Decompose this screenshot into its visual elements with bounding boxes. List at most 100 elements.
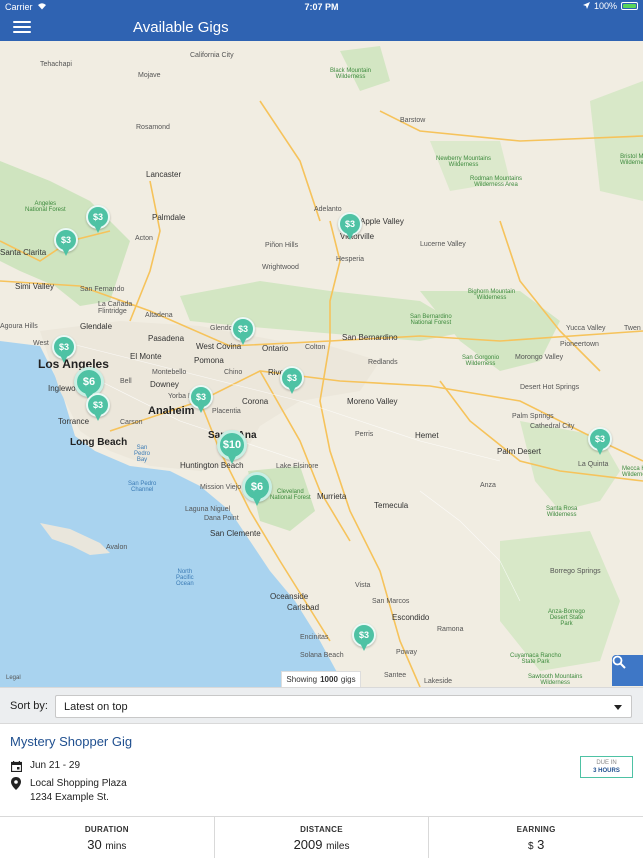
gig-card[interactable]: Mystery Shopper Gig Jun 21 - 29 Local Sh… [0,724,643,816]
gig-pin[interactable]: $3 [338,212,362,242]
map-label-anaheim: Anaheim [148,405,195,417]
map-search-button[interactable] [612,655,643,686]
map-label-palm-springs: Palm Springs [512,413,554,420]
gig-pin[interactable]: $3 [189,385,213,415]
status-bar: Carrier 7:07 PM 100% [0,0,643,13]
showing-count-badge: Showing 1000 gigs [281,671,361,687]
map-label-borrego-springs: Borrego Springs [550,568,601,575]
map-label-cathedral-city: Cathedral City [530,423,575,430]
location-pin-icon [10,776,22,790]
map-label-pioneertown: Pioneertown [560,341,599,348]
gig-pin[interactable]: $3 [352,623,376,653]
map-label-tehachapi: Tehachapi [40,61,72,68]
map-label-glendale: Glendale [80,322,113,331]
map-label-santee: Santee [384,672,407,679]
map-label-california-city: California City [190,52,234,59]
gig-pin[interactable]: $6 [242,472,272,508]
due-value: 3 [593,768,597,774]
map-label-ontario: Ontario [262,344,289,353]
map-label-santa-rosa: Santa Rosa Wilderness [546,506,578,518]
map-label-twen: Twen [624,325,641,332]
due-badge: DUE IN 3 HOURS [580,756,633,778]
map-label-sawtooth: Sawtooth Mountains Wilderness [528,674,583,686]
location-arrow-icon [582,1,590,11]
map-label-chino: Chino [224,369,243,376]
gig-pin[interactable]: $3 [86,205,110,235]
map-label-lancaster: Lancaster [146,170,182,179]
battery-percent: 100% [593,1,617,11]
map-label-san-fernando: San Fernando [80,286,125,293]
sort-label: Sort by: [10,700,48,712]
map-label-san-bernardino: San Bernardino [342,333,398,342]
gig-pin[interactable]: $3 [231,317,255,347]
sort-select[interactable]: Latest on top [55,695,632,718]
map-label-santa-clarita: Santa Clarita [0,248,47,257]
gig-pin[interactable]: $3 [280,366,304,396]
map-label-poway: Poway [396,649,418,656]
clock: 7:07 PM [304,2,339,12]
map-label-newberry: Newberry Mountains Wilderness [436,156,492,168]
map-label-desert-hot-springs: Desert Hot Springs [520,384,580,391]
stat-earning: EARNING $ 3 [428,817,643,858]
map-label-mecca: Mecca H Wilderne [622,466,643,478]
earning-value: 3 [537,837,545,852]
map-label-san-marcos: San Marcos [372,598,410,605]
map-label-torrance: Torrance [58,417,90,426]
map-label-laguna-niguel: Laguna Niguel [185,506,231,513]
map-label-anza: Anza [480,482,496,489]
map-label-cleveland-nf: Cleveland National Forest [270,489,311,501]
gig-pin[interactable]: $3 [588,427,612,457]
map-label-agoura-hills: Agoura Hills [0,323,38,330]
chevron-down-icon [614,705,622,710]
map-label-redlands: Redlands [368,359,398,366]
map-label-rodman: Rodman Mountains Wilderness Area [470,176,523,188]
map-label-moreno-valley: Moreno Valley [347,397,398,406]
map-label-colton: Colton [305,344,326,351]
calendar-icon [10,760,22,772]
map-label-carson: Carson [120,419,143,426]
map-label-palmdale: Palmdale [152,213,186,222]
map-label-long-beach: Long Beach [70,437,128,448]
map-label-avalon: Avalon [106,544,128,551]
map-label-carlsbad: Carlsbad [287,603,320,612]
app-screen: Carrier 7:07 PM 100% Available Gigs Teha… [0,0,643,858]
duration-value: 30 [87,837,102,852]
map-label-la-quinta: La Quinta [578,461,609,468]
sort-selected-value: Latest on top [64,701,128,713]
hamburger-menu-icon[interactable] [13,19,31,35]
gig-pin[interactable]: $3 [52,335,76,365]
map-label-montebello: Montebello [152,369,187,376]
map-label-cuyamaca: Cuyamaca Rancho State Park [510,653,562,665]
map-legal-link[interactable]: Legal [6,675,21,681]
map-label-palm-desert: Palm Desert [497,447,542,456]
gig-map[interactable]: Tehachapi California City Mojave Rosamon… [0,41,643,687]
map-label-apple-valley: Apple Valley [360,217,404,226]
map-label-dana-point: Dana Point [204,515,239,522]
map-label-san-pedro-channel: San Pedro Channel [128,481,157,493]
map-label-bighorn: Bighorn Mountain Wilderness [468,289,516,301]
map-label-west: West [33,340,49,347]
map-label-pasadena: Pasadena [148,334,185,343]
map-label-ramona: Ramona [437,626,464,633]
map-label-lakeside: Lakeside [424,678,453,685]
map-label-black-mountain: Black Mountain Wilderness [330,68,372,80]
map-label-san-gorgonio: San Gorgonio Wilderness [462,355,500,367]
map-label-anza-borrego: Anza-Borrego Desert State Park [548,609,586,627]
map-label-bristol: Bristol M Wilderne [620,154,643,166]
map-label-barstow: Barstow [400,117,426,124]
map-label-acton: Acton [135,235,153,242]
map-label-altadena: Altadena [145,312,173,319]
map-label-north-pacific: North Pacific Ocean [176,569,194,587]
map-label-corona: Corona [242,397,269,406]
stat-distance: DISTANCE 2009 miles [213,817,429,858]
stat-duration: DURATION 30 mins [84,825,129,852]
gig-pin[interactable]: $3 [86,393,110,423]
gig-pin[interactable]: $3 [54,228,78,258]
gig-title[interactable]: Mystery Shopper Gig [10,734,132,749]
map-label-angeles-nf: Angeles National Forest [25,201,66,213]
map-label-placentia: Placentia [212,408,241,415]
due-label: DUE IN [596,760,617,766]
gig-address-row: Local Shopping Plaza 1234 Example St. [10,776,127,805]
top-bar: Carrier 7:07 PM 100% Available Gigs [0,0,643,41]
gig-pin[interactable]: $10 [217,430,247,466]
